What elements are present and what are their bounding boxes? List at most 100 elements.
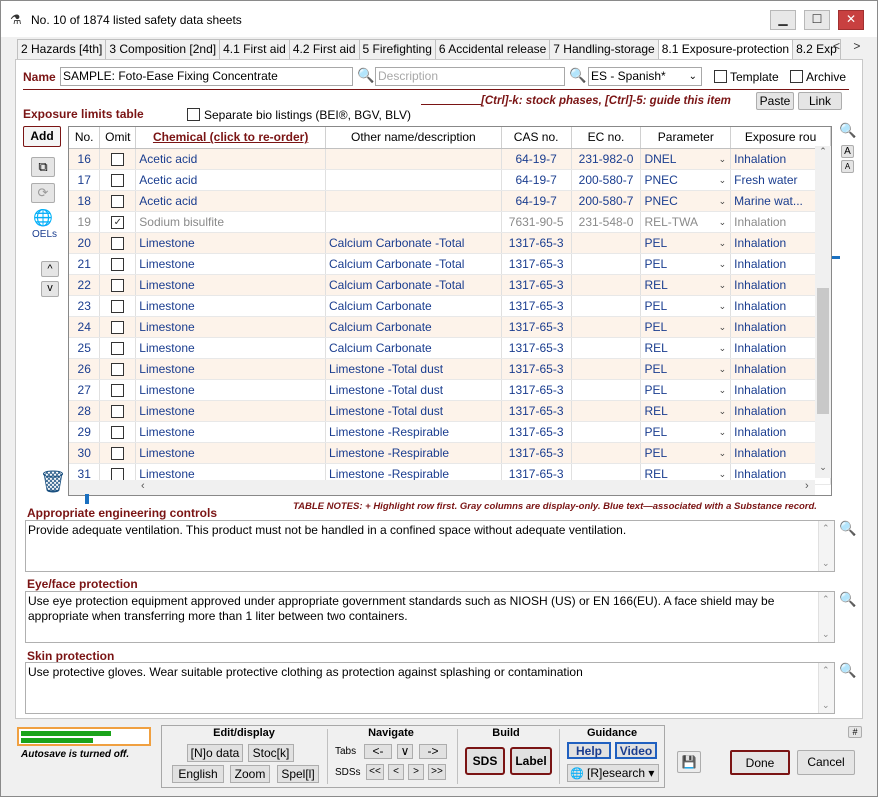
table-vertical-scrollbar[interactable]: ⌃ ⌄ [815,146,831,478]
archive-checkbox[interactable] [790,70,803,83]
cas-cell[interactable]: 64-19-7 [501,169,572,191]
scroll-right-icon[interactable]: › [805,480,809,492]
row-number[interactable]: 16 [69,148,101,170]
chemical-cell[interactable]: Limestone [135,232,327,254]
research-button[interactable]: 🌐 [R]esearch ▾ [567,764,659,782]
row-number[interactable]: 28 [69,400,101,422]
row-number[interactable]: 27 [69,379,101,401]
row-number[interactable]: 19 [69,211,101,233]
tab-scroll-right-icon[interactable]: > [853,39,860,53]
cas-cell[interactable]: 1317-65-3 [501,253,572,275]
cas-cell[interactable]: 64-19-7 [501,190,572,212]
table-row[interactable]: 19 ✓ Sodium bisulfite 7631-90-5 231-548-0 REL… [69,211,831,233]
prev-sds-button[interactable]: < [388,764,404,780]
tab-2[interactable]: 4.1 First aid [219,39,290,59]
other-name-cell[interactable] [325,190,502,212]
chemical-cell[interactable]: Acetic acid [135,169,327,191]
minimize-button[interactable]: ▁ [770,10,796,30]
ec-cell[interactable] [571,400,642,422]
table-row[interactable]: 27 Limestone Limestone -Total dust 1317-65-… [69,379,831,401]
copy-icon[interactable]: ⧉ [31,157,55,177]
font-smaller-button[interactable]: A [841,160,854,173]
ec-cell[interactable] [571,358,642,380]
stock-button[interactable]: Stoc[k] [248,744,294,762]
parameter-select[interactable]: REL ⌄ [640,274,732,296]
parameter-select[interactable]: PEL ⌄ [640,421,732,443]
build-sds-button[interactable]: SDS [465,747,505,775]
zoom-button[interactable]: Zoom [230,765,270,783]
cas-cell[interactable]: 1317-65-3 [501,232,572,254]
row-number[interactable]: 30 [69,442,101,464]
omit-checkbox[interactable] [111,152,125,166]
chemical-cell[interactable]: Limestone [135,295,327,317]
parameter-select[interactable]: PNEC ⌄ [640,190,732,212]
omit-checkbox[interactable] [111,383,125,397]
ec-cell[interactable]: 200-580-7 [571,169,642,191]
language-select[interactable]: ES - Spanish* ⌄ [588,67,702,86]
omit-checkbox[interactable] [111,467,125,481]
chemical-cell[interactable]: Limestone [135,442,327,464]
omit-checkbox[interactable] [111,341,125,355]
table-row[interactable]: 24 Limestone Calcium Carbonate 1317-65-3 PEL… [69,316,831,338]
table-row[interactable]: 29 Limestone Limestone -Respirable 1317-65-… [69,421,831,443]
omit-checkbox[interactable] [111,194,125,208]
table-row[interactable]: 28 Limestone Limestone -Total dust 1317-65-… [69,400,831,422]
done-button[interactable]: Done [730,750,790,775]
name-field[interactable]: SAMPLE: Foto-Ease Fixing Concentrate [60,67,353,86]
other-name-cell[interactable]: Calcium Carbonate -Total [325,253,502,275]
ec-cell[interactable] [571,337,642,359]
cas-cell[interactable]: 64-19-7 [501,148,572,170]
eye-protection-field[interactable]: Use eye protection equipment approved un… [25,591,835,643]
row-number[interactable]: 18 [69,190,101,212]
parameter-select[interactable]: REL ⌄ [640,400,732,422]
parameter-select[interactable]: REL ⌄ [640,337,732,359]
video-button[interactable]: Video [615,742,657,759]
cas-cell[interactable]: 1317-65-3 [501,316,572,338]
other-name-cell[interactable] [325,148,502,170]
other-name-cell[interactable]: Calcium Carbonate [325,337,502,359]
link-button[interactable]: Link [798,92,842,110]
parameter-select[interactable]: PEL ⌄ [640,358,732,380]
omit-checkbox[interactable] [111,173,125,187]
omit-checkbox[interactable] [111,278,125,292]
chemical-cell[interactable]: Sodium bisulfite [135,211,327,233]
build-label-button[interactable]: Label [510,747,552,775]
help-button[interactable]: Help [567,742,611,759]
field-scrollbar[interactable]: ⌃ ⌄ [818,592,834,642]
zoom-icon[interactable]: 🔍 [839,122,856,139]
row-number[interactable]: 21 [69,253,101,275]
table-row[interactable]: 18 Acetic acid 64-19-7 200-580-7 PNEC ⌄ Marine… [69,190,831,212]
table-row[interactable]: 20 Limestone Calcium Carbonate -Total 1317-… [69,232,831,254]
tab-menu-button[interactable]: ∨ [397,744,413,759]
chemical-cell[interactable]: Limestone [135,253,327,275]
column-header[interactable]: Chemical (click to re-order) [135,127,327,149]
zoom-icon[interactable]: 🔍 [357,67,374,84]
omit-checkbox[interactable] [111,257,125,271]
chemical-cell[interactable]: Limestone [135,316,327,338]
cas-cell[interactable]: 1317-65-3 [501,379,572,401]
parameter-select[interactable]: PEL ⌄ [640,379,732,401]
omit-checkbox[interactable] [111,236,125,250]
scroll-up-icon[interactable]: ⌃ [815,146,831,160]
tab-3[interactable]: 4.2 First aid [288,39,360,59]
row-number[interactable]: 20 [69,232,101,254]
table-row[interactable]: 17 Acetic acid 64-19-7 200-580-7 PNEC ⌄ Fresh … [69,169,831,191]
row-number[interactable]: 17 [69,169,101,191]
tab-7[interactable]: 8.1 Exposure-protection [657,39,794,59]
oels-label[interactable]: OELs [32,229,57,240]
other-name-cell[interactable]: Calcium Carbonate -Total [325,274,502,296]
field-scrollbar[interactable]: ⌃ ⌄ [818,521,834,571]
tab-prev-button[interactable]: <- [364,744,392,759]
zoom-icon[interactable]: 🔍 [569,67,586,84]
row-number[interactable]: 26 [69,358,101,380]
parameter-select[interactable]: PEL ⌄ [640,253,732,275]
chemical-cell[interactable]: Limestone [135,379,327,401]
paste-button[interactable]: Paste [756,92,794,110]
refresh-icon[interactable]: ⟳ [31,183,55,203]
omit-checkbox[interactable]: ✓ [111,215,125,229]
zoom-icon[interactable]: 🔍 [839,662,856,679]
chemical-cell[interactable]: Limestone [135,337,327,359]
trash-icon[interactable]: 🗑 [39,469,67,495]
tab-4[interactable]: 5 Firefighting [358,39,436,59]
row-number[interactable]: 22 [69,274,101,296]
